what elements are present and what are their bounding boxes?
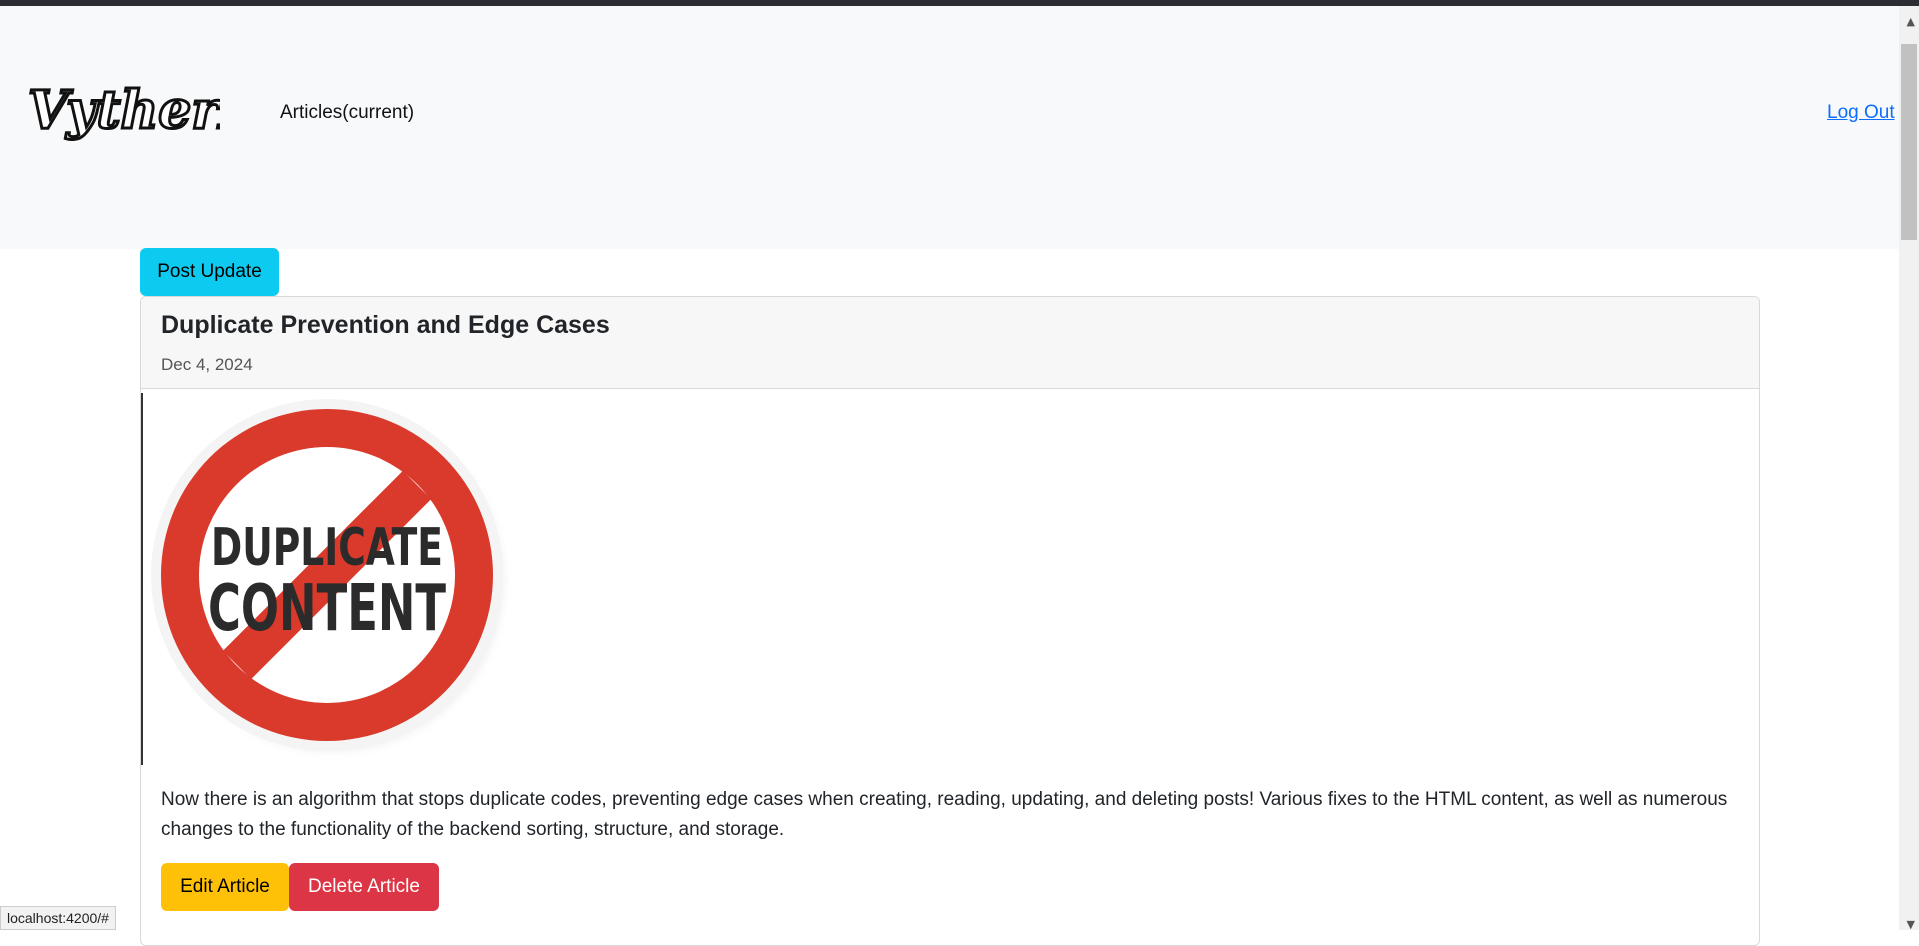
post-update-button[interactable]: Post Update [140,248,279,296]
article-date: Dec 4, 2024 [161,355,253,374]
article-body: Now there is an algorithm that stops dup… [161,789,1728,840]
logout-link[interactable]: Log Out [1827,102,1895,124]
edit-article-button[interactable]: Edit Article [161,863,289,911]
svg-text:DUPLICATE: DUPLICATE [211,518,443,578]
status-bar-url: localhost:4200/# [0,906,116,930]
article-card: Duplicate Prevention and Edge Cases Dec … [140,296,1760,946]
site-logo[interactable]: VytherN [26,66,221,158]
page-scrollbar[interactable]: ▲ ▼ [1899,6,1919,931]
image-border [141,393,143,765]
article-title: Duplicate Prevention and Edge Cases [161,311,610,339]
delete-article-button[interactable]: Delete Article [289,863,439,911]
scroll-up-icon[interactable]: ▲ [1907,15,1915,28]
article-card-header: Duplicate Prevention and Edge Cases Dec … [141,297,1759,389]
svg-text:VytherN: VytherN [28,80,220,141]
scroll-thumb[interactable] [1901,44,1917,240]
scroll-down-icon[interactable]: ▼ [1907,918,1915,931]
svg-text:CONTENT: CONTENT [208,572,446,646]
nav-articles-link[interactable]: Articles(current) [280,102,414,124]
no-duplicate-content-image: DUPLICATE CONTENT [151,399,511,761]
navbar: VytherN Articles(current) Log Out [0,6,1899,249]
